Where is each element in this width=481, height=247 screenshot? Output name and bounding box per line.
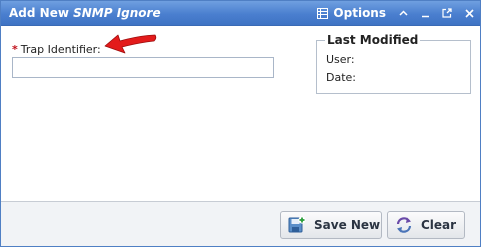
options-button[interactable]: Options <box>311 1 392 25</box>
window-title-emphasis: SNMP Ignore <box>73 6 161 20</box>
save-new-label: Save New <box>314 218 381 232</box>
window-footer: Save New Clear <box>1 201 480 246</box>
user-label: User: <box>326 53 355 66</box>
date-label: Date: <box>326 71 356 84</box>
window-title-prefix: Add New <box>9 6 69 20</box>
last-modified-legend: Last Modified <box>325 33 421 48</box>
grid-icon <box>317 7 329 19</box>
trap-identifier-input[interactable] <box>12 57 274 78</box>
options-label: Options <box>333 6 386 20</box>
required-marker: * <box>12 43 18 56</box>
red-arrow-icon <box>104 34 157 54</box>
clear-button[interactable]: Clear <box>387 211 465 239</box>
trap-identifier-label-text: Trap Identifier: <box>20 43 101 56</box>
last-modified-panel: Last Modified User: Date: <box>316 33 471 94</box>
trap-identifier-label: * Trap Identifier: <box>12 43 101 57</box>
minimize-icon <box>421 15 429 17</box>
popout-button[interactable] <box>436 1 458 25</box>
save-new-icon <box>288 216 306 233</box>
add-snmp-ignore-window: Add New SNMP Ignore Options * Trap Ident… <box>0 0 481 247</box>
minimize-button[interactable] <box>414 1 436 25</box>
form-body: * Trap Identifier: Last Modified User: Da… <box>1 26 480 201</box>
collapse-button[interactable] <box>392 1 414 25</box>
clear-label: Clear <box>421 218 457 232</box>
window-title: Add New SNMP Ignore <box>9 5 161 21</box>
save-new-button[interactable]: Save New <box>280 211 382 239</box>
window-titlebar: Add New SNMP Ignore Options <box>1 1 480 26</box>
clear-icon <box>396 217 412 233</box>
window-tools: Options <box>311 1 480 25</box>
close-icon <box>464 8 474 18</box>
close-button[interactable] <box>458 1 480 25</box>
collapse-icon <box>398 10 408 16</box>
popout-icon <box>442 8 452 18</box>
